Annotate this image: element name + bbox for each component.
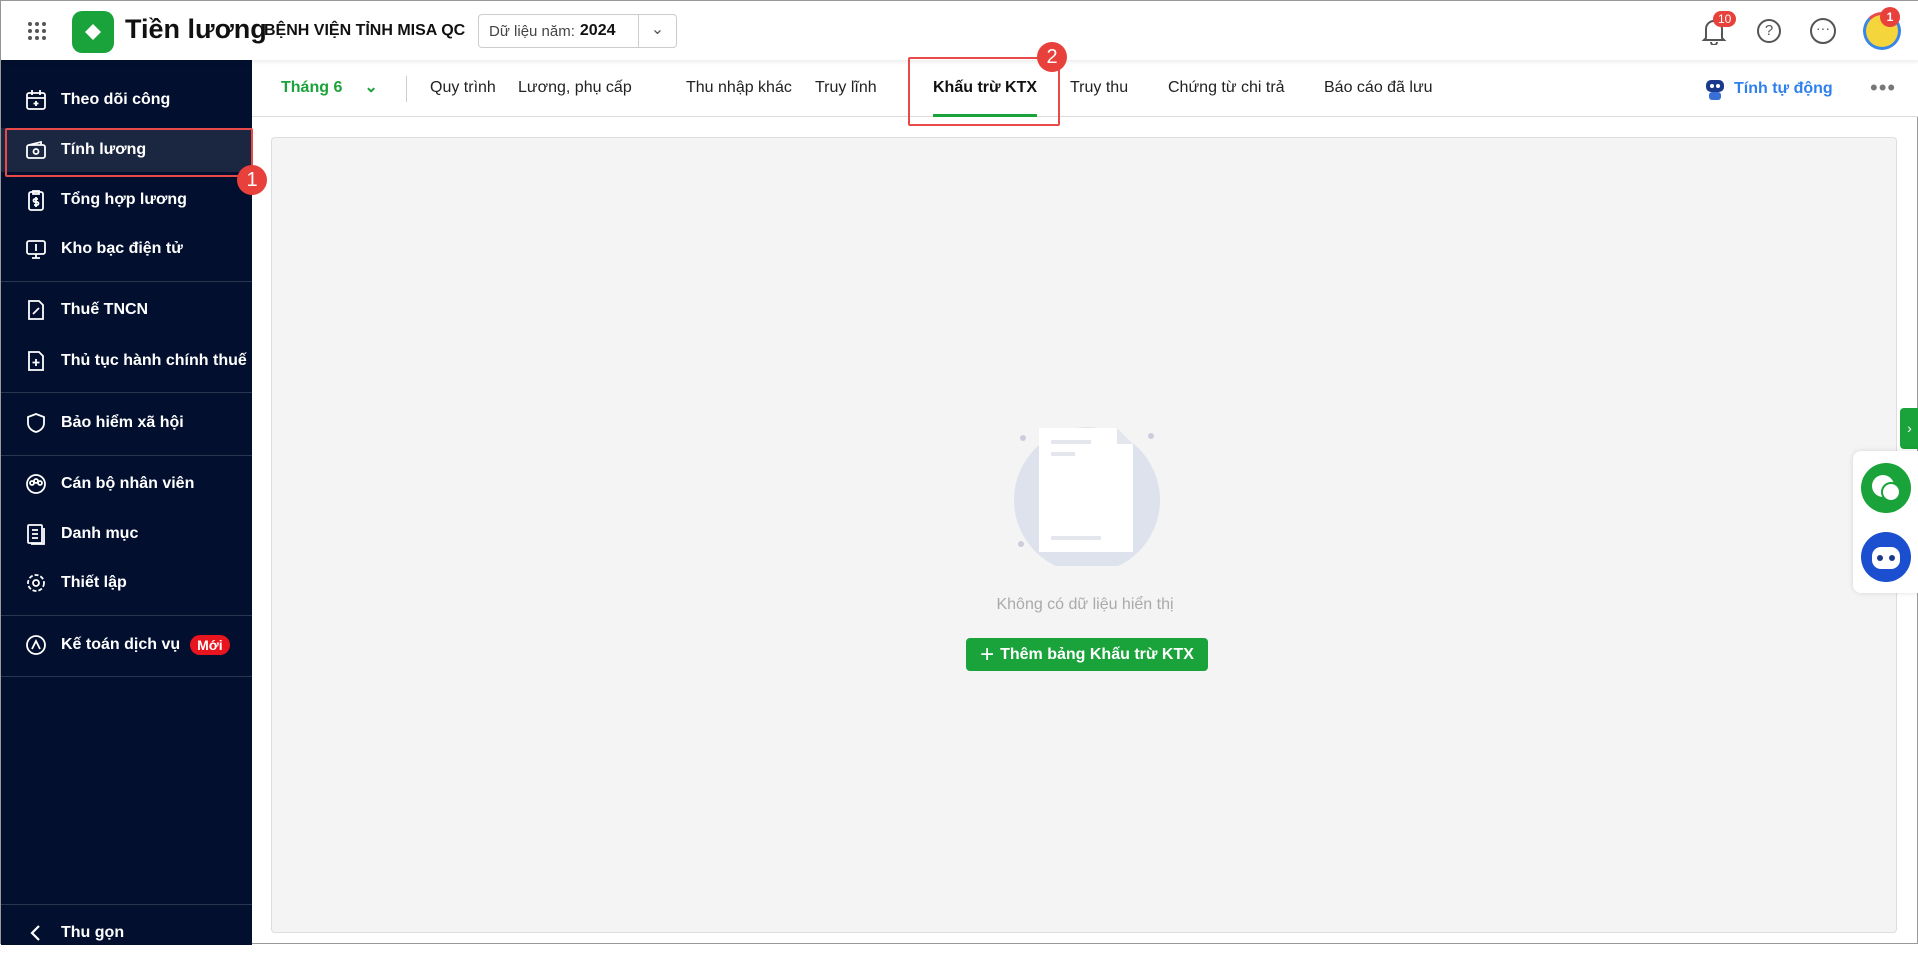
expand-right-panel-button[interactable]: › xyxy=(1900,408,1918,449)
sidebar-divider xyxy=(1,615,252,616)
sidebar-divider xyxy=(1,281,252,282)
people-icon xyxy=(26,474,46,494)
sidebar-item-label: Bảo hiểm xã hội xyxy=(61,414,184,431)
annotation-box-1 xyxy=(5,128,253,177)
sidebar-item-thiet-lap[interactable]: Thiết lập xyxy=(1,561,252,605)
add-khau-tru-ktx-button[interactable]: + Thêm bảng Khấu trừ KTX xyxy=(966,638,1208,671)
month-select[interactable]: Tháng 6 ⌄ xyxy=(281,60,378,117)
side-widget-panel xyxy=(1853,451,1918,593)
notification-count-badge: 10 xyxy=(1713,11,1737,27)
content-panel: Không có dữ liệu hiển thị + Thêm bảng Khấ… xyxy=(271,137,1897,933)
sidebar-item-kho-bac[interactable]: Kho bạc điện tử xyxy=(1,227,252,271)
user-avatar[interactable]: 1 xyxy=(1863,7,1901,50)
sidebar-divider xyxy=(1,392,252,393)
collapse-sidebar-button[interactable]: Thu gọn xyxy=(1,911,252,955)
sidebar-item-label: Kho bạc điện tử xyxy=(61,240,183,257)
ke-toan-logo-icon xyxy=(26,635,46,655)
monitor-icon xyxy=(26,240,46,259)
app-logo-icon xyxy=(72,11,114,53)
sidebar-item-label: Cán bộ nhân viên xyxy=(61,475,195,492)
tab-truy-linh[interactable]: Truy lĩnh xyxy=(815,60,877,117)
tab-thu-nhap-khac[interactable]: Thu nhập khác xyxy=(686,60,792,117)
more-tabs-icon[interactable]: ••• xyxy=(1870,60,1896,117)
list-document-icon xyxy=(27,524,45,545)
help-icon[interactable]: ? xyxy=(1757,19,1781,43)
collapse-label: Thu gọn xyxy=(61,924,125,941)
annotation-box-2 xyxy=(908,57,1060,126)
tab-chung-tu-chi-tra[interactable]: Chứng từ chi trả xyxy=(1168,60,1285,117)
gear-icon xyxy=(27,574,45,592)
tab-quy-trinh[interactable]: Quy trình xyxy=(430,60,496,117)
empty-document-icon xyxy=(1013,418,1161,573)
tab-truy-thu[interactable]: Truy thu xyxy=(1070,60,1128,117)
auto-calc-button[interactable]: Tính tự động xyxy=(1703,60,1833,117)
new-badge: Mới xyxy=(190,635,230,655)
chevron-down-icon[interactable]: ⌄ xyxy=(638,15,676,47)
sidebar: Theo dõi công Tính lương Tổng hợp lương … xyxy=(1,60,252,945)
app-name: Tiền lương xyxy=(125,14,267,44)
document-plus-icon xyxy=(28,351,44,371)
sidebar-item-thu-tuc-thue[interactable]: Thủ tục hành chính thuế xyxy=(1,339,252,383)
sidebar-item-tong-hop-luong[interactable]: Tổng hợp lương xyxy=(1,178,252,222)
year-select[interactable]: Dữ liệu năm: 2024 ⌄ xyxy=(478,14,677,48)
sidebar-item-label: Danh mục xyxy=(61,525,139,542)
tab-luong-phu-cap[interactable]: Lương, phụ cấp xyxy=(518,60,632,117)
sidebar-item-theo-doi-cong[interactable]: Theo dõi công xyxy=(1,78,252,122)
assistant-robot-icon[interactable] xyxy=(1861,532,1911,582)
notification-bell-icon[interactable]: 10 xyxy=(1701,11,1737,46)
robot-icon xyxy=(1706,79,1724,100)
sidebar-item-thue-tncn[interactable]: Thuế TNCN xyxy=(1,288,252,332)
chat-icon[interactable] xyxy=(1861,463,1911,513)
year-value: 2024 xyxy=(579,22,616,39)
top-header: Tiền lương BỆNH VIỆN TỈNH MISA QC Dữ liệ… xyxy=(1,1,1918,60)
sidebar-item-label: Thuế TNCN xyxy=(61,301,149,318)
plus-icon: + xyxy=(980,640,995,668)
clipboard-dollar-icon xyxy=(28,190,44,211)
chevron-left-icon xyxy=(30,925,40,941)
annotation-step-2: 2 xyxy=(1037,42,1067,72)
tab-divider xyxy=(406,76,407,102)
tax-document-icon xyxy=(28,300,44,320)
org-name: BỆNH VIỆN TỈNH MISA QC xyxy=(264,22,466,39)
more-options-icon[interactable]: ··· xyxy=(1810,18,1836,44)
shield-heart-icon xyxy=(27,413,45,433)
chevron-down-icon: ⌄ xyxy=(364,79,378,96)
sidebar-item-label: Thủ tục hành chính thuế xyxy=(61,352,247,369)
auto-calc-label: Tính tự động xyxy=(1734,79,1833,97)
app-grid-icon[interactable] xyxy=(26,20,48,42)
empty-state-text: Không có dữ liệu hiển thị xyxy=(996,596,1174,613)
month-label: Tháng 6 xyxy=(281,79,343,96)
calendar-icon xyxy=(26,90,46,110)
avatar-badge: 1 xyxy=(1880,7,1900,27)
add-button-label: Thêm bảng Khấu trừ KTX xyxy=(1000,645,1194,663)
sidebar-item-label: Kế toán dịch vụ xyxy=(61,636,181,653)
sidebar-item-label: Thiết lập xyxy=(61,574,127,591)
sidebar-item-label: Theo dõi công xyxy=(61,91,171,108)
sidebar-item-danh-muc[interactable]: Danh mục xyxy=(1,512,252,556)
sidebar-divider xyxy=(1,455,252,456)
tab-bao-cao-da-luu[interactable]: Báo cáo đã lưu xyxy=(1324,60,1433,117)
sidebar-item-bhxh[interactable]: Bảo hiểm xã hội xyxy=(1,401,252,445)
sidebar-divider xyxy=(1,904,252,905)
sidebar-divider xyxy=(1,676,252,677)
tab-bar: Tháng 6 ⌄ Quy trình Lương, phụ cấp Thu nh… xyxy=(252,60,1918,117)
annotation-step-1: 1 xyxy=(237,165,267,195)
sidebar-item-can-bo[interactable]: Cán bộ nhân viên xyxy=(1,462,252,506)
year-label: Dữ liệu năm: xyxy=(489,22,575,40)
sidebar-item-ke-toan-dich-vu[interactable]: Kế toán dịch vụ Mới xyxy=(1,623,252,667)
sidebar-item-label: Tổng hợp lương xyxy=(61,191,187,208)
